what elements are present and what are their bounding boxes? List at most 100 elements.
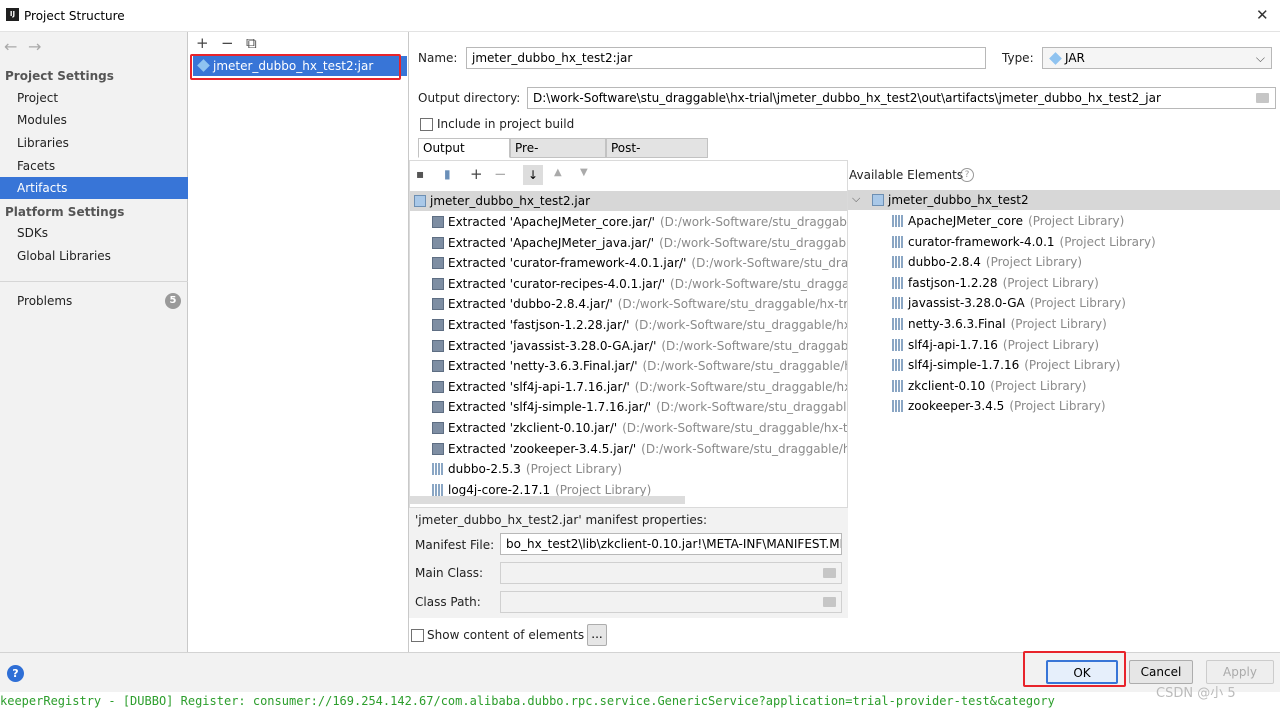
folder-browse-icon[interactable] — [1256, 93, 1269, 103]
folder-browse-icon[interactable] — [823, 568, 836, 578]
available-element-tag: (Project Library) — [1002, 275, 1099, 290]
available-element-row[interactable]: zookeeper-3.4.5 (Project Library) — [892, 396, 1272, 416]
manifest-file-label: Manifest File: — [415, 538, 495, 552]
extracted-archive-icon — [432, 442, 444, 455]
output-directory-value: D:\work-Software\stu_draggable\hx-trial\… — [533, 91, 1161, 105]
available-element-tag: (Project Library) — [1010, 317, 1107, 331]
available-element-row[interactable]: fastjson-1.2.28 (Project Library) — [892, 273, 1272, 293]
output-directory-input[interactable]: D:\work-Software\stu_draggable\hx-trial\… — [527, 87, 1276, 109]
available-root-row[interactable]: ⌵ jmeter_dubbo_hx_test2 — [848, 190, 1280, 210]
layout-tree-row[interactable]: Extracted 'netty-3.6.3.Final.jar/' (D:/wo… — [410, 356, 847, 376]
show-content-options-button[interactable]: ... — [587, 624, 607, 646]
available-element-name: slf4j-api-1.7.16 — [908, 337, 998, 352]
layout-root-row[interactable]: jmeter_dubbo_hx_test2.jar — [410, 191, 847, 211]
move-down-button[interactable]: ▼ — [580, 167, 588, 178]
name-input[interactable]: jmeter_dubbo_hx_test2:jar — [466, 47, 986, 69]
layout-row-path: (D:/work-Software/stu_draggable/ — [659, 215, 848, 229]
layout-row-path: (D:/work-Software/stu_dragga — [691, 256, 848, 271]
layout-tree-row[interactable]: Extracted 'ApacheJMeter_java.jar/' (D:/wo… — [410, 233, 848, 253]
available-element-row[interactable]: curator-framework-4.0.1 (Project Library) — [892, 232, 1272, 252]
project-settings-heading: Project Settings — [5, 69, 114, 83]
forward-arrow-icon[interactable]: → — [28, 37, 41, 56]
layout-tree-row[interactable]: Extracted 'dubbo-2.8.4.jar/' (D:/work-Sof… — [410, 294, 847, 314]
layout-tree-row[interactable]: Extracted 'curator-framework-4.0.1.jar/'… — [410, 253, 848, 273]
available-element-row[interactable]: dubbo-2.8.4 (Project Library) — [892, 252, 1272, 272]
available-element-row[interactable]: netty-3.6.3.Final (Project Library) — [892, 314, 1272, 334]
library-icon — [892, 215, 904, 227]
include-in-build-label: Include in project build — [437, 117, 575, 131]
include-in-build-checkbox[interactable] — [420, 118, 433, 131]
tab-post-processing[interactable]: Post-processing — [606, 138, 708, 173]
type-select[interactable]: JAR ⌵ — [1042, 47, 1272, 69]
available-element-name: dubbo-2.8.4 — [908, 255, 981, 270]
available-element-row[interactable]: ApacheJMeter_core (Project Library) — [892, 211, 1272, 231]
title-bar: IJ Project Structure ✕ — [0, 0, 1280, 32]
class-path-label: Class Path: — [415, 595, 481, 609]
sidebar-item-problems[interactable]: Problems — [0, 290, 188, 312]
jar-type-icon — [1049, 52, 1062, 65]
layout-row-name: Extracted 'javassist-3.28.0-GA.jar/' — [448, 338, 657, 353]
tab-output-layout[interactable]: Output Layout — [418, 138, 510, 173]
csdn-watermark: CSDN @小 5 — [1156, 686, 1236, 701]
type-label: Type: — [1002, 51, 1034, 65]
layout-tree-row[interactable]: Extracted 'fastjson-1.2.28.jar/' (D:/work… — [410, 315, 848, 335]
create-directory-button[interactable]: ▪ — [416, 167, 424, 181]
horizontal-scrollbar[interactable] — [410, 496, 685, 504]
help-icon[interactable]: ? — [7, 665, 24, 682]
sidebar-item-artifacts[interactable]: Artifacts — [0, 177, 188, 199]
output-layout-tree: ▪ ▮ + − ↓ ▲ ▼ jmeter_dubbo_hx_test2.jar … — [409, 160, 848, 508]
manifest-header: 'jmeter_dubbo_hx_test2.jar' manifest pro… — [415, 513, 708, 527]
remove-artifact-button[interactable]: − — [221, 34, 234, 52]
layout-tree-row[interactable]: Extracted 'zookeeper-3.4.5.jar/' (D:/work… — [410, 439, 847, 459]
move-up-button[interactable]: ▲ — [554, 167, 562, 178]
layout-tree-row[interactable]: Extracted 'curator-recipes-4.0.1.jar/' (D… — [410, 274, 847, 294]
copy-artifact-button[interactable]: ⧉ — [246, 34, 257, 52]
available-element-row[interactable]: slf4j-api-1.7.16 (Project Library) — [892, 335, 1272, 355]
available-element-tag: (Project Library) — [1002, 337, 1100, 352]
layout-tree-row[interactable]: Extracted 'ApacheJMeter_core.jar/' (D:/wo… — [410, 212, 848, 232]
layout-tree-row[interactable]: Extracted 'slf4j-simple-1.7.16.jar/' (D:/… — [410, 397, 847, 417]
extracted-archive-icon — [432, 360, 444, 373]
sidebar-item-modules[interactable]: Modules — [0, 109, 188, 131]
class-path-input[interactable] — [500, 591, 842, 613]
layout-tree-row[interactable]: Extracted 'javassist-3.28.0-GA.jar/' (D:/… — [410, 336, 847, 356]
layout-tree-row[interactable]: Extracted 'slf4j-api-1.7.16.jar/' (D:/wor… — [410, 377, 847, 397]
layout-row-path: (D:/work-Software/stu_draggable/hx-tri — [634, 318, 848, 332]
tab-pre-processing[interactable]: Pre-processing — [510, 138, 606, 173]
back-arrow-icon[interactable]: ← — [4, 37, 17, 56]
available-element-tag: (Project Library) — [1029, 296, 1126, 311]
module-icon — [872, 194, 884, 206]
layout-tree-row[interactable]: dubbo-2.5.3 (Project Library) — [410, 459, 847, 479]
library-icon — [892, 256, 904, 269]
main-class-input[interactable] — [500, 562, 842, 584]
sidebar-item-global-libraries[interactable]: Global Libraries — [0, 245, 188, 267]
available-element-row[interactable]: javassist-3.28.0-GA (Project Library) — [892, 293, 1272, 313]
close-icon[interactable]: ✕ — [1256, 6, 1269, 24]
add-element-button[interactable]: + — [470, 165, 483, 183]
available-element-row[interactable]: slf4j-simple-1.7.16 (Project Library) — [892, 355, 1272, 375]
sidebar-item-facets[interactable]: Facets — [0, 155, 188, 177]
available-elements-pane: Available Elements ? ⌵ jmeter_dubbo_hx_t… — [848, 160, 1280, 618]
add-archive-button[interactable]: ▮ — [444, 167, 451, 181]
sidebar-item-project[interactable]: Project — [0, 87, 188, 109]
help-icon[interactable]: ? — [960, 168, 974, 182]
apply-button[interactable]: Apply — [1206, 660, 1274, 684]
sidebar-item-sdks[interactable]: SDKs — [0, 222, 188, 244]
layout-row-name: Extracted 'ApacheJMeter_java.jar/' — [448, 235, 655, 250]
add-artifact-button[interactable]: + — [196, 34, 209, 52]
layout-row-name: Extracted 'dubbo-2.8.4.jar/' — [448, 297, 613, 312]
layout-row-name: Extracted 'netty-3.6.3.Final.jar/' — [448, 359, 638, 374]
layout-row-path: (D:/work-Software/stu_draggable/h — [659, 235, 848, 250]
folder-browse-icon[interactable] — [823, 597, 836, 607]
remove-element-button[interactable]: − — [494, 165, 507, 183]
sort-button[interactable]: ↓ — [523, 165, 543, 185]
sidebar-item-libraries[interactable]: Libraries — [0, 132, 188, 154]
show-content-label: Show content of elements — [427, 628, 585, 642]
available-element-tag: (Project Library) — [1009, 399, 1106, 414]
manifest-file-input[interactable]: bo_hx_test2\lib\zkclient-0.10.jar!\META-… — [500, 533, 842, 555]
available-element-row[interactable]: zkclient-0.10 (Project Library) — [892, 376, 1272, 396]
available-element-name: zkclient-0.10 — [908, 378, 986, 393]
layout-tree-row[interactable]: Extracted 'zkclient-0.10.jar/' (D:/work-S… — [410, 418, 847, 438]
cancel-button[interactable]: Cancel — [1129, 660, 1193, 684]
show-content-checkbox[interactable] — [411, 629, 424, 642]
